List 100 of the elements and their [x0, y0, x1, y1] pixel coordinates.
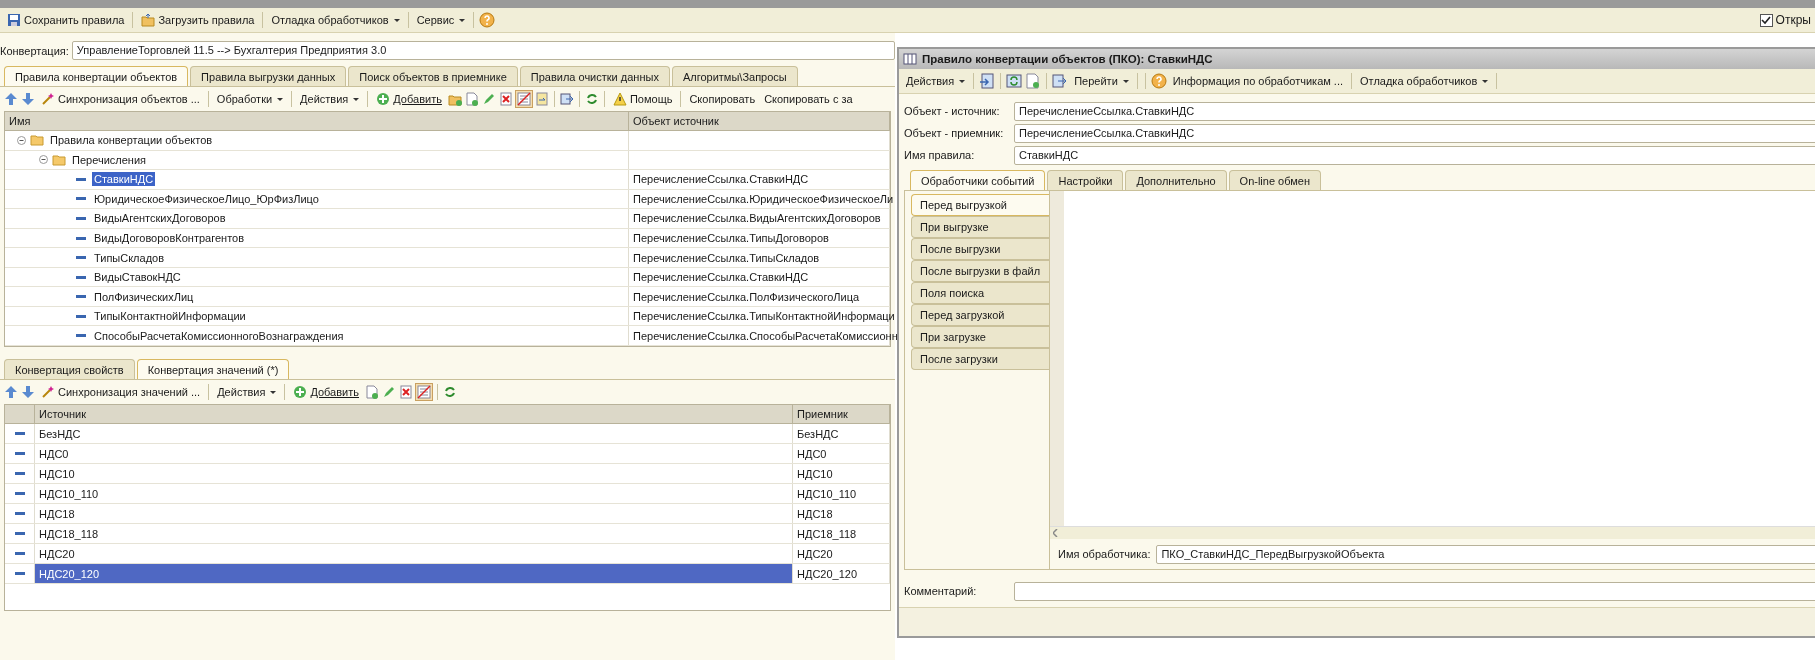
tree-item[interactable]: Перечисления: [70, 152, 148, 167]
toolbar-button[interactable]: Синхронизация значений ...: [38, 383, 204, 401]
toolbar-button[interactable]: Сохранить правила: [4, 11, 128, 29]
toolbar-button[interactable]: Действия: [214, 384, 280, 400]
tab[interactable]: Перед загрузкой: [911, 304, 1049, 326]
toolbar-button[interactable]: Обработки: [213, 91, 287, 107]
refresh-window-icon[interactable]: [1006, 73, 1023, 89]
table-cell: НДС20_120: [793, 564, 890, 583]
document-add-icon[interactable]: [1025, 73, 1042, 89]
column-header[interactable]: Объект источник: [629, 112, 890, 131]
comment-field[interactable]: [1014, 581, 1815, 601]
table-cell[interactable]: БезНДС: [35, 424, 793, 443]
tree-item[interactable]: ВидыСтавокНДС: [92, 270, 183, 285]
input-field[interactable]: СтавкиНДС: [1014, 145, 1815, 165]
toolbar-button[interactable]: Добавить: [373, 90, 445, 108]
refresh-icon[interactable]: [443, 385, 457, 399]
tree-item[interactable]: ТипыКонтактнойИнформации: [92, 309, 248, 324]
export-icon[interactable]: [1052, 73, 1069, 89]
help-icon[interactable]: [479, 12, 496, 28]
tab[interactable]: При выгрузке: [911, 216, 1049, 238]
tab[interactable]: Обработчики событий: [910, 170, 1046, 190]
tab[interactable]: Правила конвертации объектов: [4, 66, 189, 86]
toolbar-button[interactable]: Синхронизация объектов ...: [38, 90, 203, 108]
toolbar-button[interactable]: Перейти: [1071, 73, 1132, 89]
tab[interactable]: При загрузке: [911, 326, 1049, 348]
toolbar-button[interactable]: Скопировать с за: [761, 91, 856, 107]
toolbar-button[interactable]: Загрузить правила: [138, 11, 258, 29]
tree-item[interactable]: Правила конвертации объектов: [48, 133, 215, 148]
table-cell[interactable]: НДС20: [35, 544, 793, 563]
export-icon[interactable]: [559, 92, 574, 106]
horizontal-scrollbar[interactable]: [1050, 526, 1815, 539]
refresh-icon[interactable]: [584, 92, 599, 106]
document-add-icon[interactable]: [464, 92, 479, 106]
toolbar-button[interactable]: Помощь: [609, 90, 676, 108]
tab[interactable]: On-line обмен: [1228, 170, 1322, 190]
arrow-up-icon[interactable]: [4, 385, 18, 399]
table-cell[interactable]: НДС20_120: [35, 564, 793, 583]
tree-item[interactable]: СпособыРасчетаКомиссионногоВознаграждения: [92, 328, 346, 343]
tab[interactable]: Правила выгрузки данных: [190, 66, 347, 86]
tree-item[interactable]: ТипыСкладов: [92, 250, 167, 265]
input-field[interactable]: ПеречислениеСсылка.СтавкиНДС: [1014, 123, 1815, 143]
arrow-up-icon[interactable]: [4, 92, 18, 106]
tab[interactable]: Алгоритмы\Запросы: [671, 66, 798, 86]
table-cell: БезНДС: [793, 424, 890, 443]
toolbar-button[interactable]: Сервис: [413, 12, 469, 28]
checkbox[interactable]: [1759, 13, 1773, 27]
tree-item[interactable]: ПолФизическихЛиц: [92, 289, 196, 304]
input-field[interactable]: ПКО_СтавкиНДС_ПередВыгрузкойОбъекта: [1156, 544, 1815, 564]
conversion-field[interactable]: УправлениеТорговлей 11.5 --> Бухгалтерия Предприятия 3.0: [71, 41, 895, 60]
tree-item[interactable]: ВидыДоговоровКонтрагентов: [92, 231, 246, 245]
pencil-icon[interactable]: [382, 385, 396, 399]
table-cell[interactable]: НДС10_110: [35, 484, 793, 503]
table-cell[interactable]: НДС10: [35, 464, 793, 483]
toolbar-button[interactable]: Отладка обработчиков: [268, 12, 403, 28]
document-add-icon[interactable]: [365, 385, 379, 399]
column-header[interactable]: Источник: [35, 405, 793, 424]
field-label: Объект - приемник:: [904, 127, 1005, 139]
table-cell[interactable]: НДС18_118: [35, 524, 793, 543]
collapse-toggle[interactable]: [17, 135, 26, 145]
pencil-icon[interactable]: [481, 92, 496, 106]
toolbar-button[interactable]: Отладка обработчиков: [1357, 73, 1492, 89]
input-field[interactable]: ПеречислениеСсылка.СтавкиНДС: [1014, 101, 1815, 121]
tab[interactable]: После выгрузки: [911, 238, 1049, 260]
folder-add-icon[interactable]: [447, 92, 462, 106]
strikethrough-list-icon[interactable]: [515, 91, 532, 107]
toolbar-button[interactable]: Действия: [903, 73, 969, 89]
toolbar-button[interactable]: Скопировать: [686, 91, 759, 107]
table-cell[interactable]: НДС18: [35, 504, 793, 523]
tab[interactable]: Конвертация значений (*): [136, 359, 290, 379]
table-cell: НДС18_118: [793, 524, 890, 543]
toolbar-button[interactable]: Информация по обработчикам ...: [1169, 73, 1347, 89]
column-header[interactable]: Имя: [5, 112, 629, 131]
help-icon[interactable]: [1150, 73, 1167, 89]
column-header[interactable]: Приемник: [793, 405, 890, 424]
tab[interactable]: Поля поиска: [911, 282, 1049, 304]
delete-icon[interactable]: [399, 385, 413, 399]
field-label: Объект - источник:: [904, 105, 1001, 117]
delete-icon[interactable]: [498, 92, 513, 106]
table-cell[interactable]: НДС0: [35, 444, 793, 463]
arrow-down-icon[interactable]: [21, 92, 35, 106]
toolbar-button[interactable]: Действия: [297, 91, 363, 107]
arrow-down-icon[interactable]: [21, 385, 35, 399]
tab[interactable]: Дополнительно: [1125, 170, 1227, 190]
tab[interactable]: Конвертация свойств: [4, 359, 135, 379]
checkbox-label[interactable]: Откры: [1775, 13, 1811, 27]
table-cell: НДС0: [793, 444, 890, 463]
tree-item[interactable]: ВидыАгентскихДоговоров: [92, 211, 228, 226]
tab[interactable]: Поиск объектов в приемнике: [348, 66, 518, 86]
magic-wand-icon: [41, 92, 55, 106]
folder-icon: [141, 13, 156, 27]
tree-item[interactable]: ЮридическоеФизическоеЛицо_ЮрФизЛицо: [92, 191, 321, 206]
tab[interactable]: Правила очистки данных: [519, 66, 670, 86]
toolbar-button[interactable]: Добавить: [290, 383, 362, 401]
collapse-toggle[interactable]: [39, 155, 48, 165]
strikethrough-list-icon[interactable]: [416, 384, 432, 400]
tab[interactable]: Настройки: [1047, 170, 1124, 190]
tree-item[interactable]: СтавкиНДС: [92, 172, 156, 187]
tab[interactable]: После выгрузки в файл: [911, 260, 1049, 282]
tab[interactable]: После загрузки: [911, 348, 1049, 370]
tab[interactable]: Перед выгрузкой: [911, 194, 1049, 216]
